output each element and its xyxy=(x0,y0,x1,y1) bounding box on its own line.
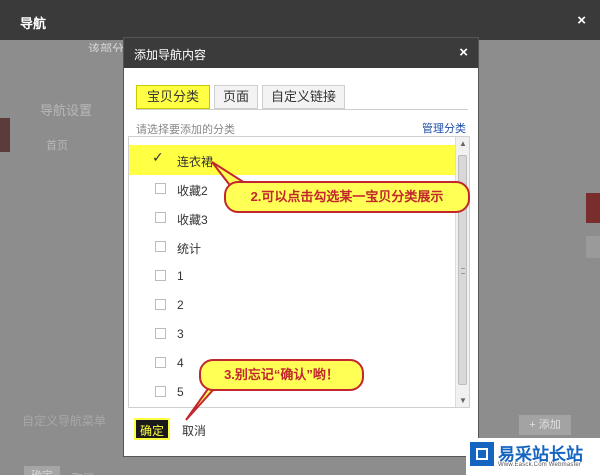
scroll-up-icon[interactable]: ▲ xyxy=(459,139,467,148)
tab-custom-link[interactable]: 自定义链接 xyxy=(262,85,346,109)
grip-icon xyxy=(461,268,465,274)
list-item-label: 1 xyxy=(177,269,184,283)
list-scrollbar[interactable]: ▲ ▼ xyxy=(455,137,469,407)
outer-sidebar-title: 导航设置 xyxy=(40,103,93,118)
list-item-label: 2 xyxy=(177,298,184,312)
annotation-callout: 3.别忘记“确认”哟！ xyxy=(199,359,364,391)
list-item[interactable]: ✓ 连衣裙 xyxy=(129,145,455,175)
checkbox[interactable] xyxy=(155,328,166,339)
watermark: 易采站长站 Www.Easck.Com Webmaster xyxy=(466,438,600,475)
list-item-label: 收藏3 xyxy=(177,213,208,227)
watermark-subtitle: Www.Easck.Com Webmaster xyxy=(498,462,582,468)
manage-categories-link[interactable]: 管理分类 xyxy=(422,120,466,136)
outer-cancel-link[interactable]: 取消 xyxy=(72,470,94,475)
tab-pages[interactable]: 页面 xyxy=(214,85,259,109)
outer-decoration xyxy=(586,193,600,223)
list-item[interactable]: 3 xyxy=(129,319,455,349)
outer-confirm-button[interactable]: 确定 xyxy=(24,466,60,475)
list-item-label: 4 xyxy=(177,356,184,370)
cancel-link[interactable]: 取消 xyxy=(182,422,206,439)
list-item-label: 5 xyxy=(177,385,184,399)
checkbox[interactable] xyxy=(155,386,166,397)
checkbox[interactable] xyxy=(155,299,166,310)
checkbox[interactable] xyxy=(155,241,166,252)
scroll-down-icon[interactable]: ▼ xyxy=(459,396,467,405)
outer-sidebar-item-home[interactable]: 首页 xyxy=(46,137,68,153)
tab-divider xyxy=(136,109,468,110)
checkbox[interactable] xyxy=(155,212,166,223)
confirm-button[interactable]: 确定 xyxy=(134,418,170,440)
checkbox[interactable] xyxy=(155,183,166,194)
select-hint: 请选择要添加的分类 xyxy=(136,124,235,136)
list-item[interactable]: 统计 xyxy=(129,232,455,262)
dialog-titlebar: 添加导航内容 × xyxy=(124,38,478,68)
list-item[interactable]: 1 xyxy=(129,261,455,291)
outer-close-icon[interactable]: × xyxy=(577,12,586,29)
outer-decoration xyxy=(0,118,10,152)
annotation-callout: 2.可以点击勾选某一宝贝分类展示 xyxy=(224,181,470,213)
checkbox-checked-icon[interactable]: ✓ xyxy=(152,149,164,166)
outer-section-label: 自定义导航菜单 xyxy=(22,414,107,428)
list-item-label: 统计 xyxy=(177,242,202,256)
list-item-label: 3 xyxy=(177,327,184,341)
list-item[interactable]: 2 xyxy=(129,290,455,320)
tab-bar: 宝贝分类 页面 自定义链接 xyxy=(136,85,349,109)
close-icon[interactable]: × xyxy=(459,44,468,61)
checkbox[interactable] xyxy=(155,270,166,281)
add-nav-dialog: 添加导航内容 × 宝贝分类 页面 自定义链接 请选择要添加的分类 管理分类 ✓ … xyxy=(123,37,479,457)
list-item-label: 连衣裙 xyxy=(177,155,214,169)
outer-window-title: 导航 xyxy=(20,16,47,31)
outer-titlebar: 导航 × xyxy=(0,0,600,40)
list-item-label: 收藏2 xyxy=(177,184,208,198)
checkbox[interactable] xyxy=(155,357,166,368)
logo-icon xyxy=(470,442,494,466)
outer-add-button[interactable]: + 添加 xyxy=(519,415,571,435)
dialog-title: 添加导航内容 xyxy=(134,48,207,62)
tab-item-categories[interactable]: 宝贝分类 xyxy=(136,85,211,109)
outer-decoration xyxy=(586,236,600,258)
